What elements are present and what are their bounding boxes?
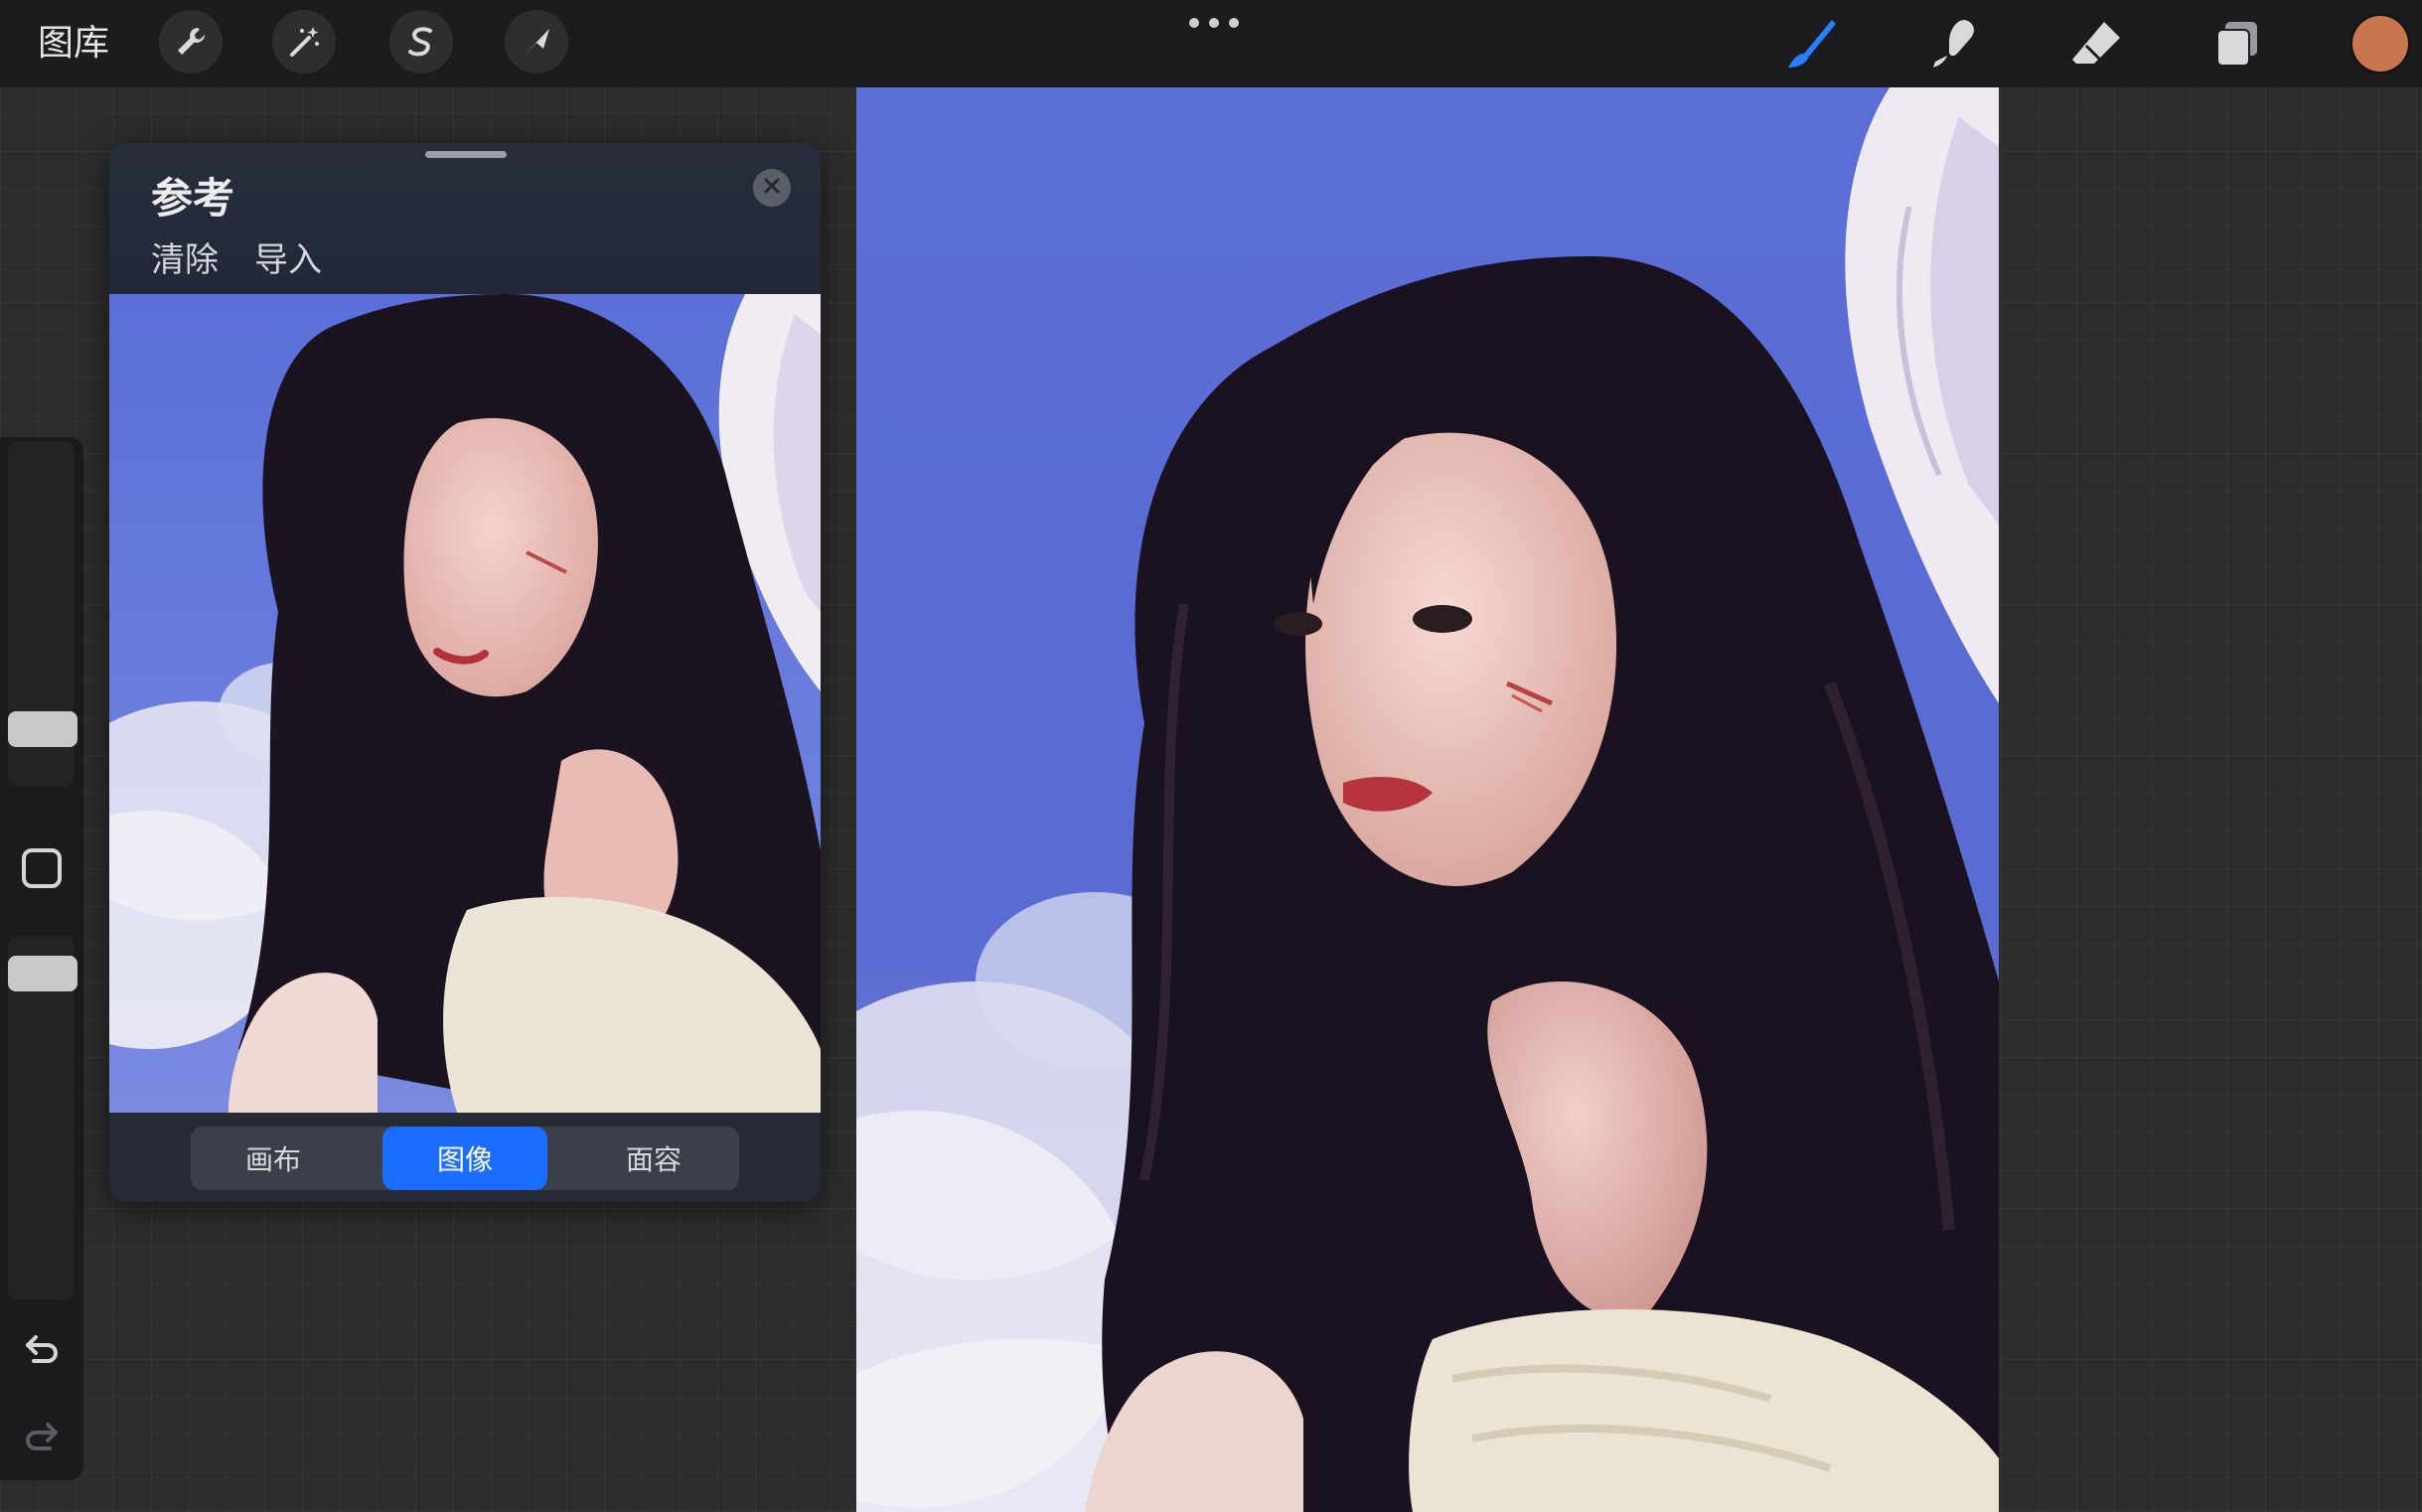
- clear-button[interactable]: 清除: [151, 232, 219, 281]
- left-sidebar: [0, 437, 83, 1480]
- reference-image: [109, 294, 821, 1113]
- top-toolbar: 图库: [0, 0, 2422, 87]
- modify-button[interactable]: [22, 848, 62, 888]
- mode-face[interactable]: 面容: [571, 1127, 736, 1190]
- brush-tool-button[interactable]: [1780, 12, 1844, 76]
- dot-icon: [1189, 18, 1199, 28]
- reference-panel[interactable]: 参考 清除 导入 画布 图像 面容: [109, 143, 821, 1202]
- import-button[interactable]: 导入: [254, 232, 322, 281]
- opacity-slider-thumb[interactable]: [8, 956, 77, 991]
- redo-button[interactable]: [20, 1417, 64, 1460]
- transform-button[interactable]: [505, 10, 568, 74]
- procreate-app: 图库 参考 清除 导入 画布 图像 面容: [0, 0, 2422, 1512]
- brush-size-slider-thumb[interactable]: [8, 711, 77, 747]
- dot-icon: [1229, 18, 1239, 28]
- reference-title: 参考: [151, 174, 235, 223]
- selection-button[interactable]: [389, 10, 453, 74]
- color-picker-button[interactable]: [2352, 16, 2408, 72]
- adjustments-button[interactable]: [272, 10, 336, 74]
- close-icon: [763, 177, 781, 199]
- gallery-button[interactable]: 图库: [38, 20, 109, 68]
- brush-icon: [1782, 14, 1842, 74]
- reference-mode-bar: 画布 图像 面容: [109, 1113, 821, 1202]
- layers-icon: [2207, 14, 2267, 74]
- transform-arrow-icon: [517, 22, 556, 62]
- redo-icon: [22, 1419, 62, 1458]
- eraser-tool-button[interactable]: [2064, 12, 2128, 76]
- smudge-icon: [1923, 14, 1983, 74]
- more-options-button[interactable]: [1189, 15, 1239, 31]
- reference-mode-selector[interactable]: 画布 图像 面容: [191, 1127, 739, 1190]
- eraser-icon: [2066, 14, 2126, 74]
- drag-handle[interactable]: [425, 151, 507, 158]
- selection-s-icon: [401, 22, 441, 62]
- layers-button[interactable]: [2205, 12, 2269, 76]
- canvas-artwork[interactable]: [856, 87, 1999, 1512]
- reference-header: 参考 清除 导入: [109, 143, 821, 294]
- magic-wand-icon: [284, 22, 324, 62]
- mode-canvas[interactable]: 画布: [191, 1127, 356, 1190]
- actions-button[interactable]: [159, 10, 223, 74]
- wrench-icon: [171, 22, 211, 62]
- mode-image[interactable]: 图像: [382, 1127, 547, 1190]
- dot-icon: [1209, 18, 1219, 28]
- undo-button[interactable]: [20, 1329, 64, 1373]
- smudge-tool-button[interactable]: [1921, 12, 1985, 76]
- undo-icon: [22, 1331, 62, 1371]
- close-button[interactable]: [753, 169, 791, 207]
